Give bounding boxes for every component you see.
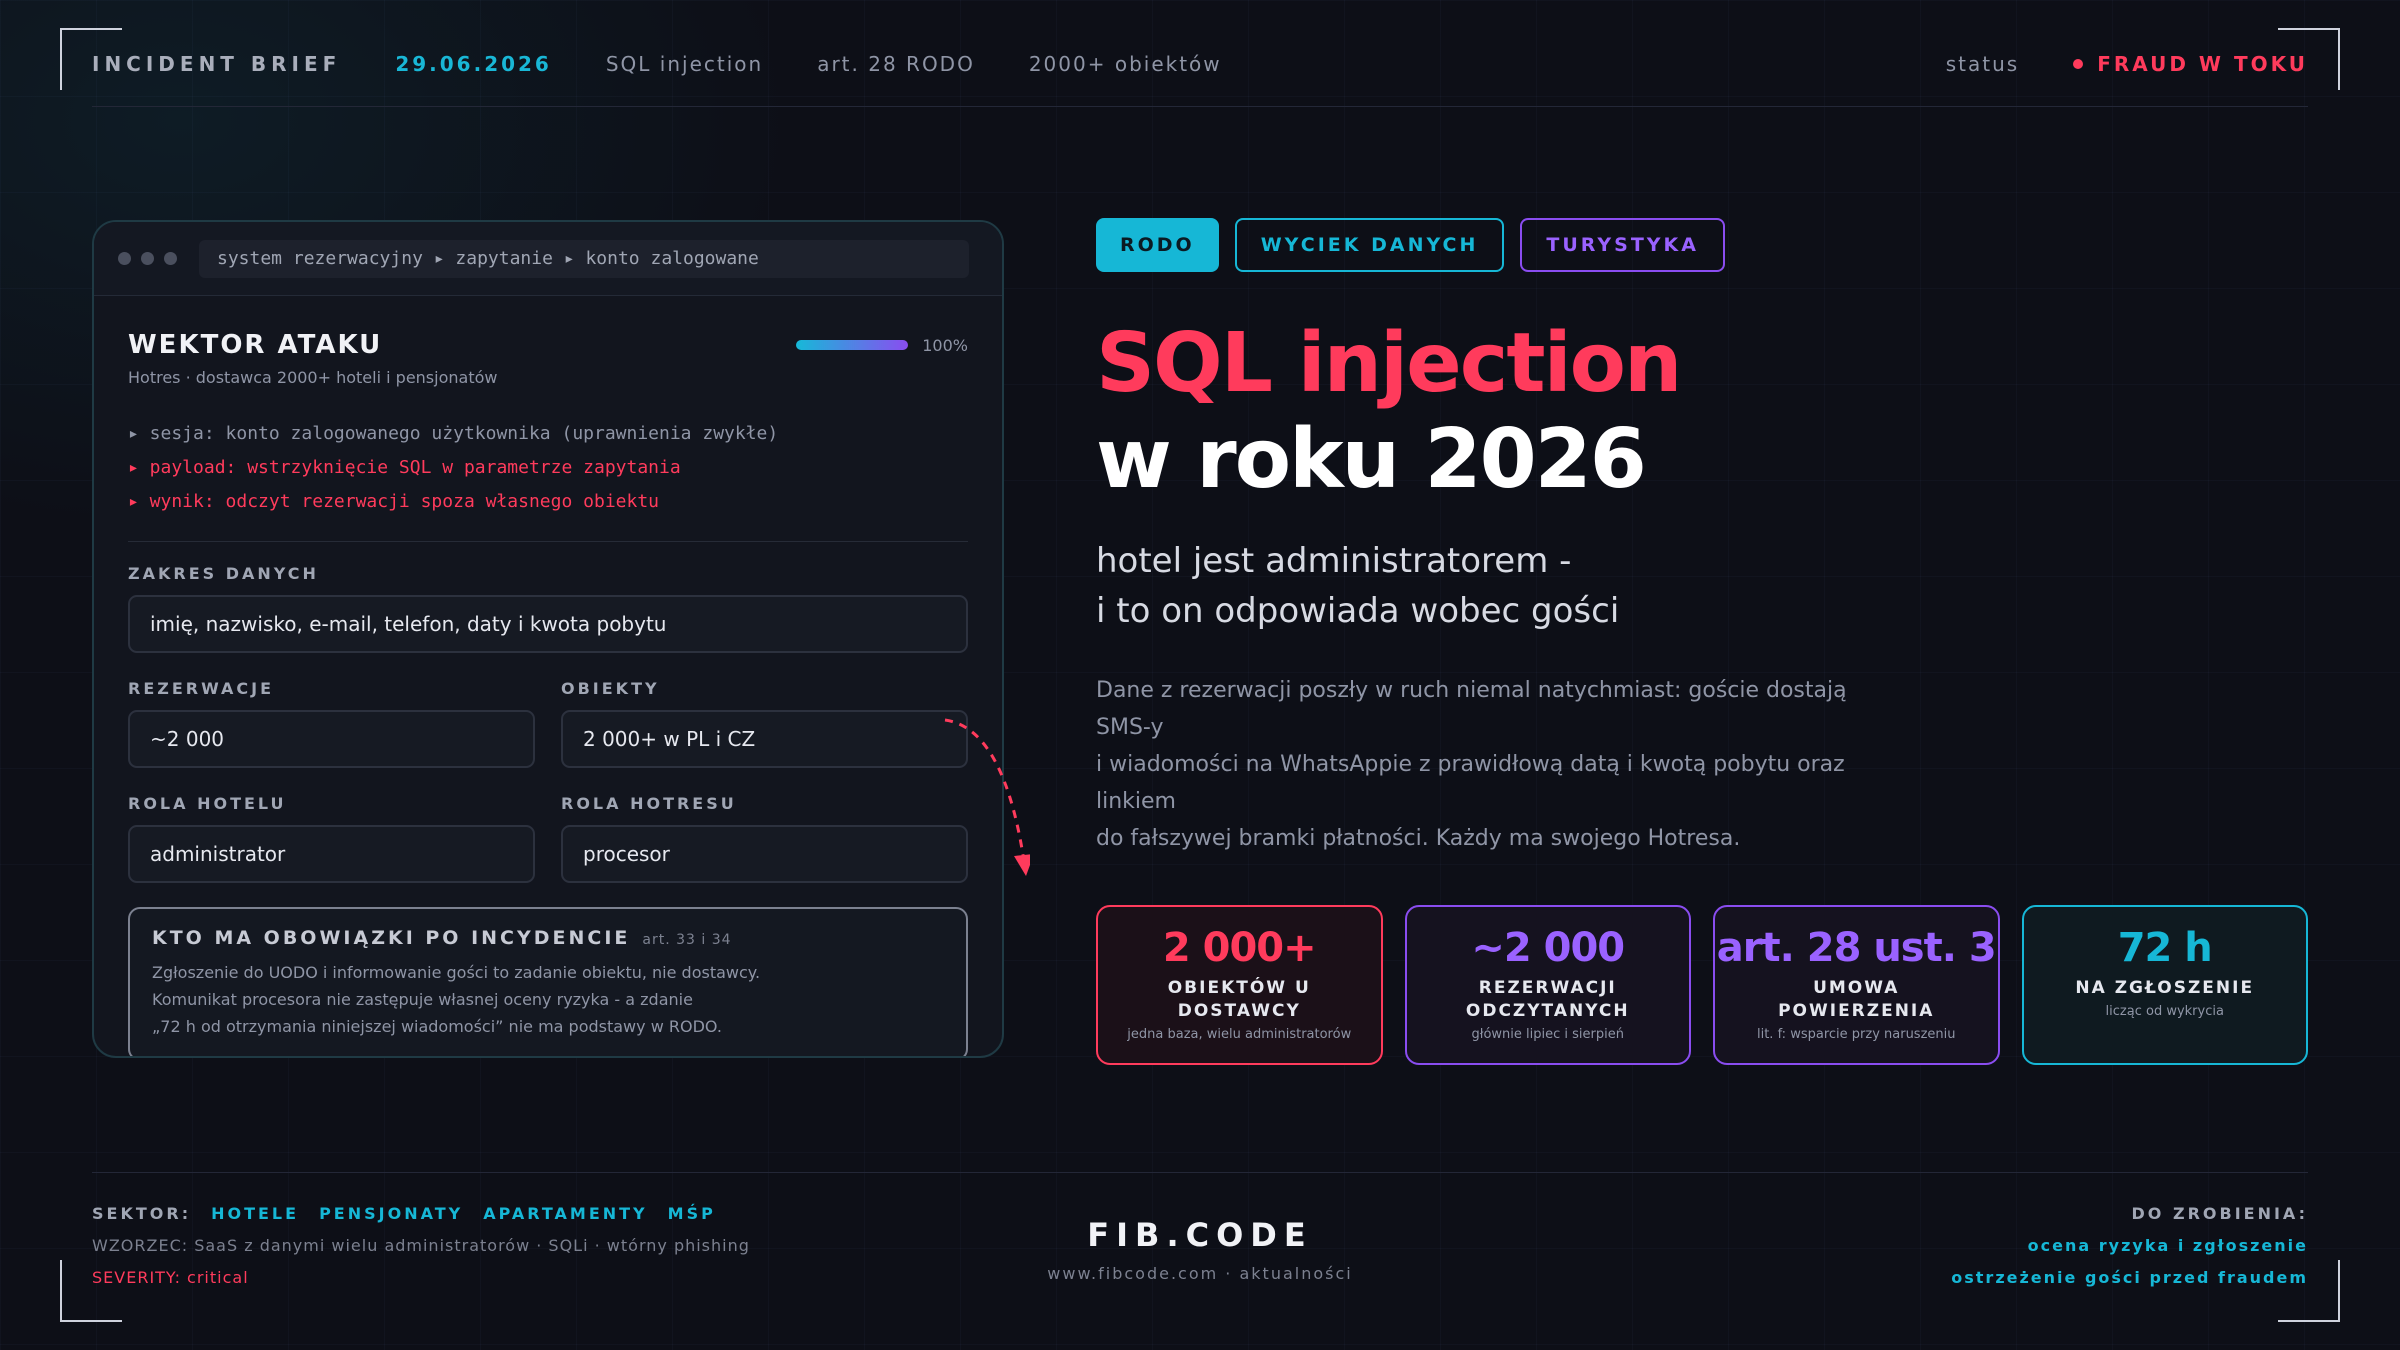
description-line: i wiadomości na WhatsAppie z prawidłową … [1096,752,1845,814]
headline-line-1: SQL injection [1096,316,1682,411]
window-dot-icon[interactable] [164,252,177,265]
meta-object-count: 2000+ obiektów [1028,52,1222,76]
progress-bar [796,340,909,350]
log-line: ▸ sesja: konto zalogowanego użytkownika … [128,423,779,444]
sector-label: SEKTOR: [92,1204,192,1223]
stat-card-objects: 2 000+ OBIEKTÓW U DOSTAWCY jedna baza, w… [1096,905,1383,1065]
pattern-text: WZORZEC: SaaS z danymi wielu administrat… [92,1236,750,1255]
status-badge: FRAUD W TOKU [2073,52,2308,76]
tag-data-leak[interactable]: WYCIEK DANYCH [1234,218,1505,272]
reservations-field[interactable]: ~2 000 [128,710,535,768]
stat-label: OBIEKTÓW U DOSTAWCY [1167,978,1311,1021]
todo-label: DO ZROBIENIA: [2131,1204,2308,1223]
incident-date: 29.06.2026 [395,52,552,76]
top-bar: INCIDENT BRIEF 29.06.2026 SQL injection … [92,44,2308,84]
hotres-role-label: ROLA HOTRESU [561,794,737,813]
progress-indicator: 100% [796,336,968,355]
panel-title: WEKTOR ATAKU [128,330,383,360]
footer-left: SEKTOR: HOTELE PENSJONATY APARTAMENTY MŚ… [92,1198,750,1294]
top-divider [92,106,2308,107]
obligations-ref: art. 33 i 34 [642,932,732,948]
bottom-divider [92,1172,2308,1173]
tag-tourism[interactable]: TURYSTYKA [1520,218,1725,272]
lead-line: i to on odpowiada wobec gości [1096,591,1620,631]
brief-label: INCIDENT BRIEF [92,52,342,76]
stat-value: 72 h [2117,925,2213,971]
panel-subtitle: Hotres · dostawca 2000+ hoteli i pensjon… [128,368,498,387]
obligations-line: Komunikat procesora nie zastępuje własne… [152,990,693,1009]
sector-item[interactable]: HOTELE [211,1198,299,1230]
hotel-role-field[interactable]: administrator [128,825,535,883]
headline-line-2: w roku 2026 [1096,412,1647,507]
severity-text: SEVERITY: critical [92,1268,249,1287]
description: Dane z rezerwacji poszły w ruch niemal n… [1096,672,1876,857]
tag-list: RODO WYCIEK DANYCH TURYSTYKA [1096,218,2308,272]
stat-card-deadline: 72 h NA ZGŁOSZENIE licząc od wykrycia [2021,905,2308,1065]
stat-card-reservations: ~2 000 REZERWACJI ODCZYTANYCH głównie li… [1404,905,1691,1065]
log-line: ▸ payload: wstrzyknięcie SQL w parametrz… [128,457,681,478]
objects-label: OBIEKTY [561,679,660,698]
lead-text: hotel jest administratorem - i to on odp… [1096,536,2308,636]
log-line: ▸ wynik: odczyt rezerwacji spoza własneg… [128,491,660,512]
sector-list: SEKTOR: HOTELE PENSJONATY APARTAMENTY MŚ… [92,1198,750,1230]
stat-label: NA ZGŁOSZENIE [2075,978,2255,998]
meta-attack-type: SQL injection [605,52,764,76]
description-line: Dane z rezerwacji poszły w ruch niemal n… [1096,678,1847,740]
window-controls [118,252,177,265]
stat-value: art. 28 ust. 3 [1716,925,1997,971]
todo-item[interactable]: ocena ryzyka i zgłoszenie [1951,1230,2308,1262]
hotel-role-label: ROLA HOTELU [128,794,287,813]
window-titlebar: system rezerwacyjny ▸ zapytanie ▸ konto … [94,222,1002,296]
scope-field[interactable]: imię, nazwisko, e-mail, telefon, daty i … [128,595,968,653]
hotres-role-field[interactable]: procesor [561,825,968,883]
obligations-line: Zgłoszenie do UODO i informowanie gości … [152,963,761,982]
stat-value: ~2 000 [1471,925,1625,971]
obligations-box: KTO MA OBOWIĄZKI PO INCYDENCIE art. 33 i … [128,907,968,1056]
sector-item[interactable]: PENSJONATY [319,1198,463,1230]
obligations-title: KTO MA OBOWIĄZKI PO INCYDENCIE [152,927,631,949]
progress-label: 100% [922,335,968,355]
window-dot-icon[interactable] [141,252,154,265]
stat-note: głównie lipiec i sierpień [1471,1027,1624,1042]
stat-note: licząc od wykrycia [2105,1004,2224,1019]
sector-item[interactable]: APARTAMENTY [483,1198,647,1230]
stat-label: REZERWACJI ODCZYTANYCH [1465,978,1630,1021]
scope-label: ZAKRES DANYCH [128,564,319,583]
brand-name[interactable]: FIB.CODE [1000,1216,1400,1254]
stat-note: lit. f: wsparcie przy naruszeniu [1756,1027,1956,1042]
stat-value: 2 000+ [1162,925,1317,971]
sector-item[interactable]: MŚP [668,1198,716,1230]
attack-vector-window: system rezerwacyjny ▸ zapytanie ▸ konto … [92,220,1004,1058]
objects-field[interactable]: 2 000+ w PL i CZ [561,710,968,768]
dashed-arrow-icon [944,718,1030,876]
meta-legal-article: art. 28 RODO [817,52,975,76]
brand-logo: FIB.CODE www.fibcode.com · aktualności [1000,1216,1400,1283]
lead-line: hotel jest administratorem - [1096,541,1572,581]
tag-rodo[interactable]: RODO [1096,218,1219,272]
window-body: WEKTOR ATAKU 100% Hotres · dostawca 2000… [94,296,1002,1056]
attack-log: ▸ sesja: konto zalogowanego użytkownika … [128,417,968,519]
stat-card-contract: art. 28 ust. 3 UMOWA POWIERZENIA lit. f:… [1713,905,2000,1065]
divider [128,541,968,542]
stat-cards: 2 000+ OBIEKTÓW U DOSTAWCY jedna baza, w… [1096,905,2308,1065]
headline-section: RODO WYCIEK DANYCH TURYSTYKA SQL injecti… [1096,218,2308,1065]
stat-note: jedna baza, wielu administratorów [1127,1027,1352,1042]
reservations-label: REZERWACJE [128,679,275,698]
todo-item[interactable]: ostrzeżenie gości przed fraudem [1951,1262,2308,1294]
status-label: status [1945,52,2020,76]
footer-right: DO ZROBIENIA: ocena ryzyka i zgłoszenie … [1951,1198,2308,1294]
window-dot-icon[interactable] [118,252,131,265]
stat-label: UMOWA POWIERZENIA [1778,978,1935,1021]
obligations-line: „72 h od otrzymania niniejszej wiadomośc… [152,1017,722,1036]
brand-url[interactable]: www.fibcode.com · aktualności [1000,1264,1400,1283]
status-value: FRAUD W TOKU [2097,52,2308,76]
breadcrumb: system rezerwacyjny ▸ zapytanie ▸ konto … [199,239,969,278]
description-line: do fałszywej bramki płatności. Każdy ma … [1096,826,1741,851]
status-dot-icon [2073,59,2084,69]
